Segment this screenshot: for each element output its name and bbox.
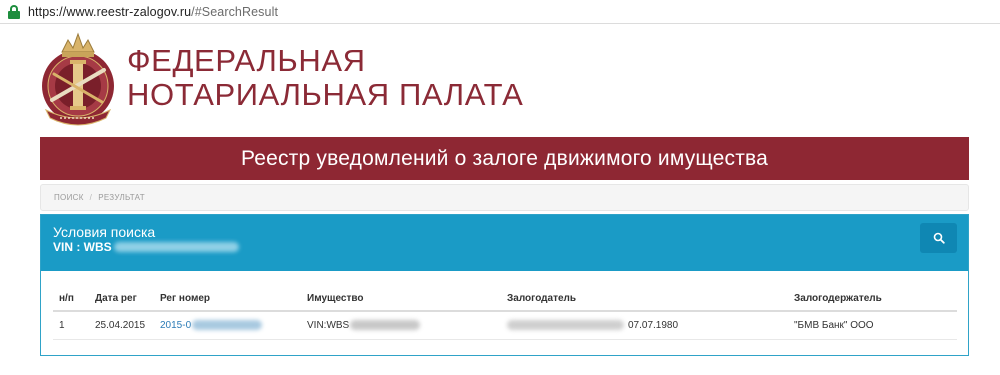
row-property: VIN:WBS xyxy=(301,311,501,340)
search-vin-label: VIN : WBS xyxy=(53,240,112,254)
search-icon xyxy=(933,232,945,244)
column-header-pledgor[interactable]: Залогодатель xyxy=(501,287,788,312)
search-conditions-title: Условия поиска xyxy=(53,224,156,240)
redacted-reg-number xyxy=(192,320,263,331)
column-header-date[interactable]: Дата рег xyxy=(89,287,154,312)
results-header-row: н/п Дата рег Рег номер Имущество Залогод… xyxy=(53,287,957,312)
notary-chamber-emblem-icon xyxy=(42,32,114,126)
search-button[interactable] xyxy=(920,223,957,253)
registry-banner: Реестр уведомлений о залоге движимого им… xyxy=(40,137,969,180)
row-num: 1 xyxy=(53,311,89,340)
breadcrumb: ПОИСК / РЕЗУЛЬТАТ xyxy=(40,184,969,211)
brand-line-2: НОТАРИАЛЬНАЯ ПАЛАТА xyxy=(127,77,524,112)
column-header-pledgee[interactable]: Залогодержатель xyxy=(788,287,957,312)
row-reg-number[interactable]: 2015-0 xyxy=(154,311,301,340)
search-conditions-header: Условия поиска VIN : WBS xyxy=(41,215,968,271)
reg-number-link[interactable]: 2015-0 xyxy=(160,320,191,331)
breadcrumb-search[interactable]: ПОИСК xyxy=(54,193,84,202)
column-header-property[interactable]: Имущество xyxy=(301,287,501,312)
address-bar[interactable]: https://www.reestr-zalogov.ru/#SearchRes… xyxy=(0,0,1000,24)
column-header-reg-number[interactable]: Рег номер xyxy=(154,287,301,312)
breadcrumb-separator: / xyxy=(89,193,93,202)
brand-title: ФЕДЕРАЛЬНАЯ НОТАРИАЛЬНАЯ ПАЛАТА xyxy=(127,44,523,112)
table-row[interactable]: 1 25.04.2015 2015-0 VIN:WBS 07.07.1980 "… xyxy=(53,311,957,340)
column-header-num[interactable]: н/п xyxy=(53,287,89,312)
row-date: 25.04.2015 xyxy=(89,311,154,340)
url-host: www.reestr-zalogov.ru xyxy=(66,4,192,19)
lock-icon xyxy=(8,4,20,19)
url-fragment: /#SearchResult xyxy=(191,4,279,19)
search-results-panel: Условия поиска VIN : WBS н/п Дата рег Ре… xyxy=(40,214,969,356)
search-vin: VIN : WBS xyxy=(53,240,239,254)
brand-line-1: ФЕДЕРАЛЬНАЯ xyxy=(127,43,366,78)
results-table: н/п Дата рег Рег номер Имущество Залогод… xyxy=(53,287,957,340)
url-text[interactable]: https://www.reestr-zalogov.ru/#SearchRes… xyxy=(28,5,278,19)
breadcrumb-result: РЕЗУЛЬТАТ xyxy=(98,193,145,202)
registry-title: Реестр уведомлений о залоге движимого им… xyxy=(240,146,769,170)
property-vin: VIN:WBS xyxy=(307,319,350,331)
redacted-pledgor-name xyxy=(507,320,624,331)
row-pledgor: 07.07.1980 xyxy=(501,311,788,340)
pledgor-birthdate: 07.07.1980 xyxy=(628,319,679,331)
url-scheme: https:// xyxy=(28,4,67,19)
redacted-property-vin xyxy=(350,320,421,331)
row-pledgee: "БМВ Банк" ООО xyxy=(788,311,957,340)
redacted-vin xyxy=(113,242,239,252)
